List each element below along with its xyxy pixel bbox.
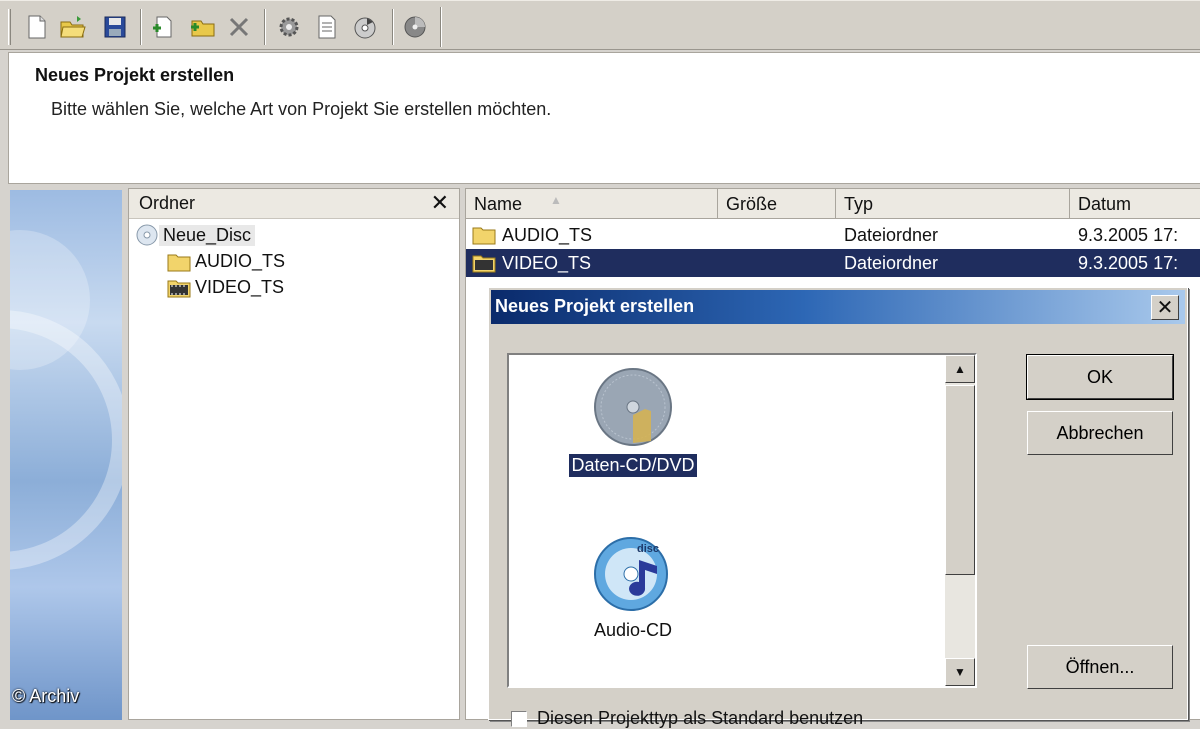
add-folder-icon[interactable]	[188, 11, 218, 43]
toolbar-separator	[392, 9, 394, 45]
toolbar-grip[interactable]	[8, 9, 11, 45]
toolbar-separator	[440, 7, 442, 47]
project-type-list[interactable]: Daten-CD/DVD disc Audio-CD ▲ ▼	[507, 353, 977, 688]
disc-icon[interactable]	[400, 11, 430, 43]
dialog-titlebar[interactable]: Neues Projekt erstellen ✕	[491, 290, 1185, 324]
file-type: Dateiordner	[844, 253, 939, 273]
sort-arrow-icon: ▲	[550, 193, 562, 207]
toolbar-separator	[264, 9, 266, 45]
default-project-checkbox-row[interactable]: Diesen Projekttyp als Standard benutzen	[511, 708, 863, 729]
dialog-title: Neues Projekt erstellen	[495, 296, 695, 316]
tree-item-neue-disc[interactable]: Neue_Disc	[135, 223, 256, 247]
close-icon: ✕	[1156, 297, 1174, 319]
file-date: 9.3.2005 17:	[1078, 253, 1179, 273]
file-row-audio-ts[interactable]: AUDIO_TS Dateiordner 9.3.2005 17:	[466, 221, 1200, 249]
data-disc-icon	[594, 368, 672, 446]
scroll-up-button[interactable]: ▲	[945, 355, 975, 383]
project-type-audio-cd[interactable]: disc Audio-CD	[569, 530, 697, 642]
page-title: Neues Projekt erstellen	[35, 65, 235, 85]
tree-item-label: VIDEO_TS	[195, 277, 285, 297]
burn-disc-icon[interactable]	[350, 11, 380, 43]
cancel-button[interactable]: Abbrechen	[1027, 411, 1173, 455]
audio-disc-icon: disc	[594, 537, 668, 611]
video-folder-icon	[472, 255, 496, 273]
checkbox-label: Diesen Projekttyp als Standard benutzen	[537, 708, 864, 728]
tree-item-audio-ts[interactable]: AUDIO_TS	[167, 251, 289, 272]
project-type-label: Daten-CD/DVD	[568, 453, 698, 478]
new-project-dialog: Neues Projekt erstellen ✕ Daten-CD/DVD d…	[488, 287, 1188, 728]
open-folder-icon[interactable]	[58, 11, 88, 43]
save-icon[interactable]	[100, 11, 130, 43]
disc-icon	[136, 224, 158, 246]
settings-gear-icon[interactable]	[274, 11, 304, 43]
header-panel: Neues Projekt erstellen Bitte wählen Sie…	[8, 52, 1200, 184]
svg-text:disc: disc	[637, 543, 659, 555]
folder-icon	[167, 254, 191, 271]
dialog-close-button[interactable]: ✕	[1151, 295, 1179, 320]
file-date: 9.3.2005 17:	[1078, 225, 1179, 245]
tree-item-label: AUDIO_TS	[195, 251, 286, 271]
up-arrow-icon: ▲	[954, 362, 966, 376]
file-row-video-ts[interactable]: VIDEO_TS Dateiordner 9.3.2005 17:	[466, 249, 1200, 277]
down-arrow-icon: ▼	[954, 665, 966, 679]
tree-item-label: Neue_Disc	[159, 224, 256, 246]
folder-icon	[472, 227, 496, 245]
folder-tree-pane: Ordner ✕ Neue_Disc AUDIO_TS VIDEO_TS	[128, 188, 460, 720]
column-header-label: Datum	[1078, 194, 1132, 214]
project-type-label: Audio-CD	[593, 620, 673, 640]
file-type: Dateiordner	[844, 225, 939, 245]
decorative-side-banner	[10, 190, 122, 720]
ok-button[interactable]: OK	[1026, 354, 1174, 400]
document-icon[interactable]	[312, 11, 342, 43]
column-header-type[interactable]: Typ	[836, 189, 1070, 219]
toolbar	[0, 0, 1200, 50]
toolbar-separator	[140, 9, 142, 45]
scroll-thumb[interactable]	[945, 385, 975, 575]
folder-tree-close-button[interactable]: ✕	[431, 190, 449, 216]
default-project-checkbox[interactable]	[511, 710, 527, 727]
vertical-scrollbar[interactable]: ▲ ▼	[945, 355, 975, 686]
column-header-size[interactable]: Größe	[718, 189, 836, 219]
project-type-data-disc[interactable]: Daten-CD/DVD	[549, 365, 717, 478]
add-files-icon[interactable]	[148, 11, 178, 43]
column-header-label: Name	[474, 194, 523, 214]
scroll-down-button[interactable]: ▼	[945, 658, 975, 686]
video-folder-icon	[167, 280, 191, 297]
folder-tree-header: Ordner ✕	[129, 189, 459, 219]
column-header-date[interactable]: Datum	[1070, 189, 1200, 219]
column-header-label: Größe	[726, 194, 778, 214]
open-button[interactable]: Öffnen...	[1027, 645, 1173, 689]
new-file-icon[interactable]	[22, 11, 52, 43]
column-header-name[interactable]: Name ▲	[466, 189, 718, 219]
file-name: VIDEO_TS	[502, 253, 592, 273]
file-name: AUDIO_TS	[502, 225, 593, 245]
folder-tree-title: Ordner	[139, 193, 196, 213]
page-subtitle: Bitte wählen Sie, welche Art von Projekt…	[51, 99, 552, 119]
tree-item-video-ts[interactable]: VIDEO_TS	[167, 277, 288, 298]
delete-icon[interactable]	[224, 11, 254, 43]
column-header-label: Typ	[844, 194, 874, 214]
watermark: © Archiv	[12, 686, 80, 706]
